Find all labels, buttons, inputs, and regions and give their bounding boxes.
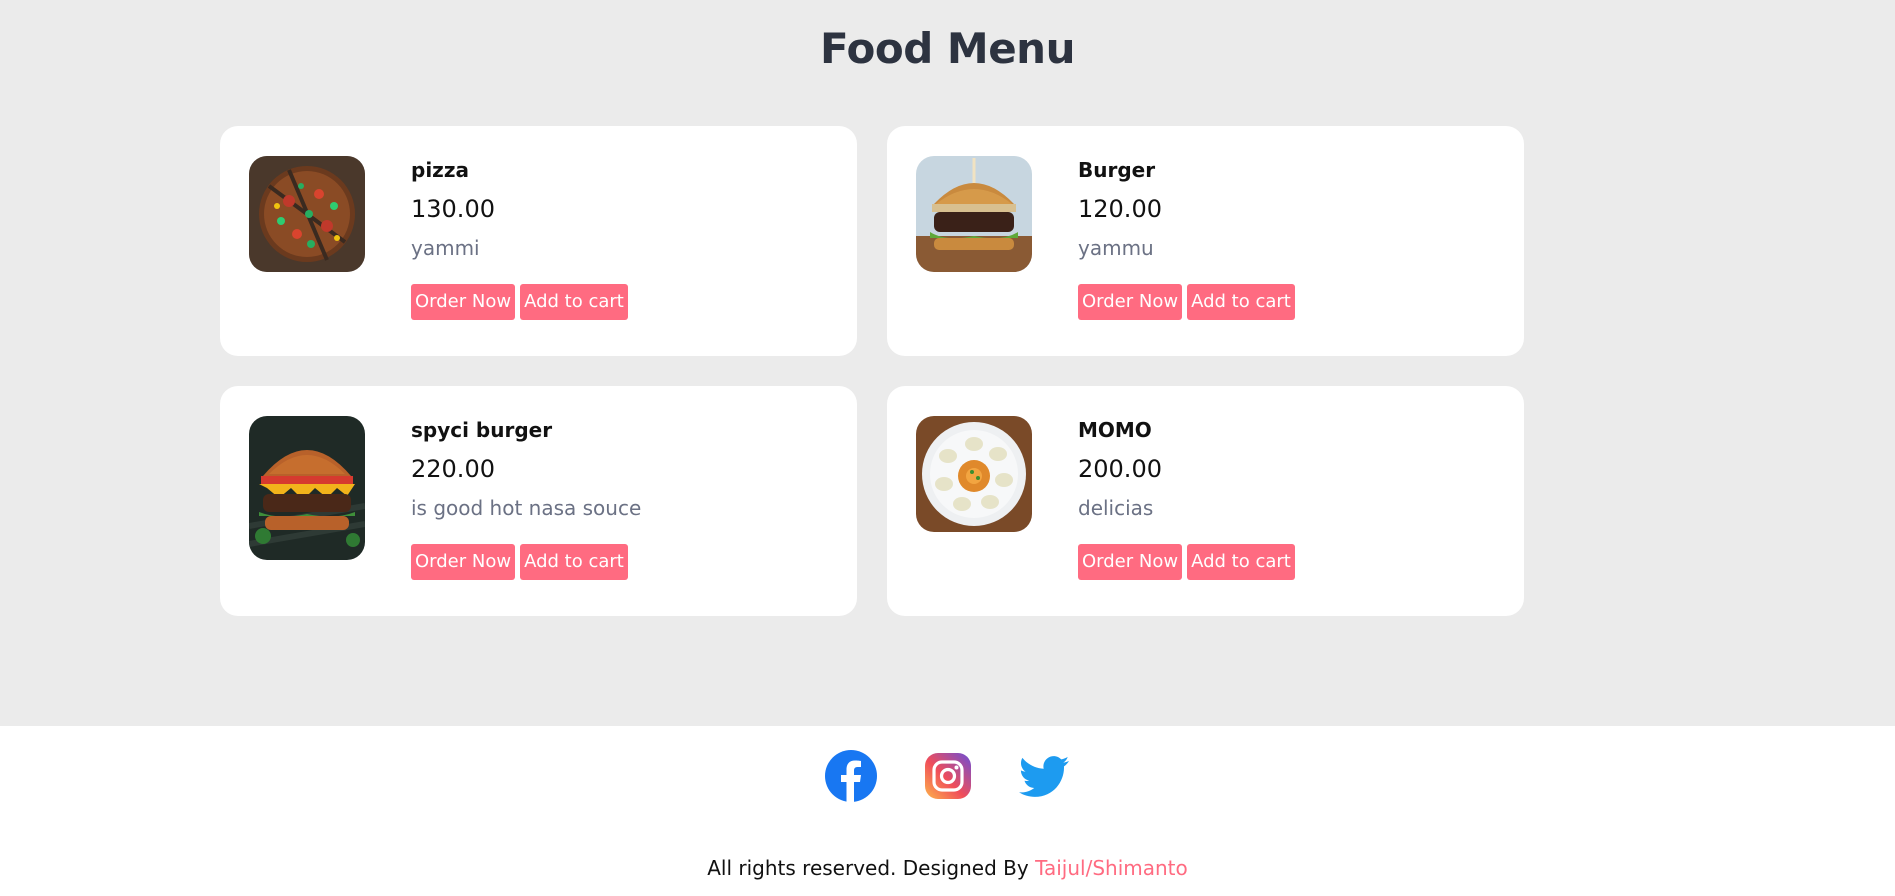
item-price: 130.00 xyxy=(411,195,495,223)
order-now-button[interactable]: Order Now xyxy=(1078,284,1183,320)
add-to-cart-button[interactable]: Add to cart xyxy=(520,284,628,320)
item-description: yammu xyxy=(1078,236,1154,260)
item-description: delicias xyxy=(1078,496,1154,520)
order-now-button[interactable]: Order Now xyxy=(411,544,516,580)
item-price: 120.00 xyxy=(1078,195,1162,223)
item-name: pizza xyxy=(411,158,469,182)
add-to-cart-button[interactable]: Add to cart xyxy=(520,544,628,580)
menu-card: pizza 130.00 yammi Order Now Add to cart xyxy=(220,126,857,356)
item-name: spyci burger xyxy=(411,418,553,442)
menu-card: Burger 120.00 yammu Order Now Add to car… xyxy=(887,126,1524,356)
spicy-burger-image xyxy=(249,416,365,560)
order-now-button[interactable]: Order Now xyxy=(1078,544,1183,580)
item-actions: Order Now Add to cart xyxy=(411,284,628,320)
add-to-cart-button[interactable]: Add to cart xyxy=(1187,284,1295,320)
menu-grid: pizza 130.00 yammi Order Now Add to cart xyxy=(220,126,1524,616)
burger-image xyxy=(916,156,1032,272)
menu-item-info: MOMO 200.00 delicias Order Now Add to ca… xyxy=(1078,416,1295,580)
item-price: 200.00 xyxy=(1078,455,1162,483)
page-title: Food Menu xyxy=(820,24,1075,73)
twitter-icon[interactable] xyxy=(1018,750,1071,802)
item-description: is good hot nasa souce xyxy=(411,496,642,520)
order-now-button[interactable]: Order Now xyxy=(411,284,516,320)
social-links xyxy=(0,750,1895,802)
item-price: 220.00 xyxy=(411,455,495,483)
menu-card: spyci burger 220.00 is good hot nasa sou… xyxy=(220,386,857,616)
item-name: Burger xyxy=(1078,158,1156,182)
item-description: yammi xyxy=(411,236,480,260)
copyright-text: All rights reserved. Designed By Taijul/… xyxy=(0,856,1895,880)
footer: All rights reserved. Designed By Taijul/… xyxy=(0,726,1895,896)
menu-item-info: Burger 120.00 yammu Order Now Add to car… xyxy=(1078,156,1295,320)
item-actions: Order Now Add to cart xyxy=(1078,284,1295,320)
copyright-label: All rights reserved. Designed By xyxy=(707,856,1036,880)
menu-card: MOMO 200.00 delicias Order Now Add to ca… xyxy=(887,386,1524,616)
momo-image xyxy=(916,416,1032,532)
designer-link[interactable]: Taijul/Shimanto xyxy=(1035,856,1188,880)
instagram-icon[interactable] xyxy=(922,750,974,802)
item-name: MOMO xyxy=(1078,418,1152,442)
menu-item-info: spyci burger 220.00 is good hot nasa sou… xyxy=(411,416,641,580)
menu-item-info: pizza 130.00 yammi Order Now Add to cart xyxy=(411,156,628,320)
item-actions: Order Now Add to cart xyxy=(1078,544,1295,580)
add-to-cart-button[interactable]: Add to cart xyxy=(1187,544,1295,580)
facebook-icon[interactable] xyxy=(824,750,877,802)
pizza-image xyxy=(249,156,365,272)
item-actions: Order Now Add to cart xyxy=(411,544,641,580)
